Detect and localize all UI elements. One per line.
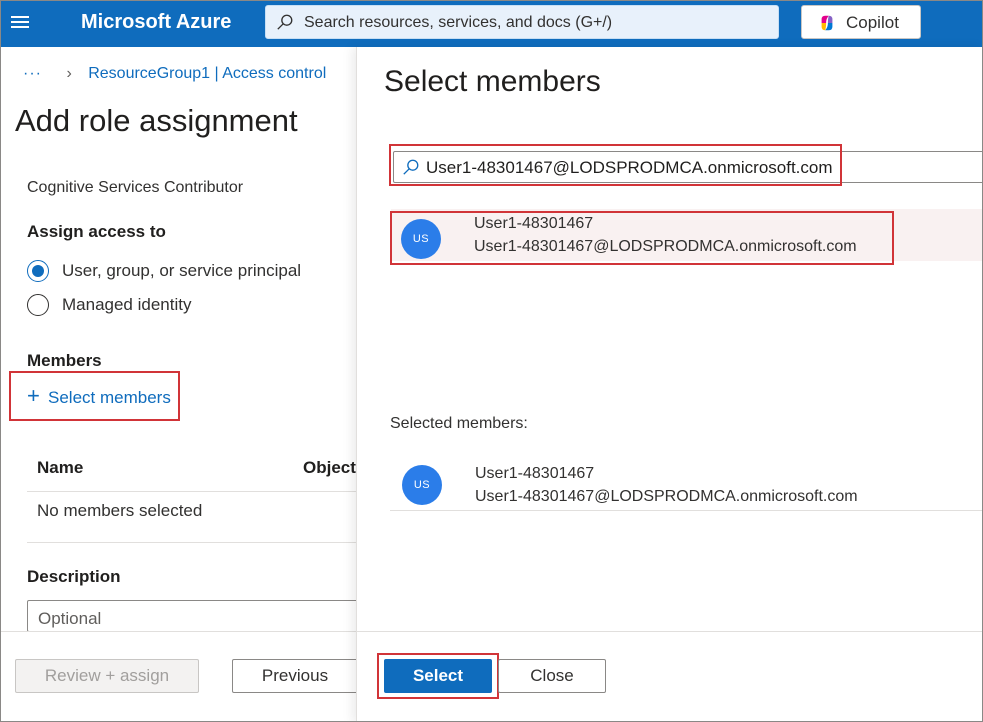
selected-user-name: User1-48301467 xyxy=(475,465,595,482)
close-button[interactable]: Close xyxy=(498,659,606,693)
selected-role-name: Cognitive Services Contributor xyxy=(27,179,244,196)
assign-access-label: Assign access to xyxy=(27,222,166,241)
radio-label: User, group, or service principal xyxy=(62,261,302,280)
add-role-assignment-pane: ··· › ResourceGroup1 | Access control Ad… xyxy=(1,47,367,721)
footer-divider xyxy=(1,631,357,632)
footer-divider xyxy=(357,631,982,632)
radio-user-group-principal[interactable]: User, group, or service principal xyxy=(27,259,301,283)
radio-managed-identity[interactable]: Managed identity xyxy=(27,293,191,317)
hamburger-menu-icon[interactable] xyxy=(11,13,33,33)
copilot-button[interactable]: Copilot xyxy=(801,5,921,39)
select-members-link[interactable]: + Select members xyxy=(9,371,180,421)
radio-button[interactable] xyxy=(27,294,49,316)
breadcrumb-resource-group[interactable]: ResourceGroup1 | Access control xyxy=(88,65,326,82)
flyout-title: Select members xyxy=(384,65,601,98)
avatar: US xyxy=(401,219,441,259)
copilot-icon xyxy=(821,15,833,31)
description-field[interactable]: Optional xyxy=(27,600,367,632)
previous-button[interactable]: Previous xyxy=(232,659,358,693)
brand-title[interactable]: Microsoft Azure xyxy=(81,11,231,34)
top-bar: Microsoft Azure Search resources, servic… xyxy=(1,1,982,47)
selected-members-label: Selected members: xyxy=(390,415,528,432)
selected-user-email: User1-48301467@LODSPRODMCA.onmicrosoft.c… xyxy=(475,488,858,505)
select-members-flyout: Select members User1-48301467@LODSPRODMC… xyxy=(356,47,982,721)
review-assign-button[interactable]: Review + assign xyxy=(15,659,199,693)
plus-icon: + xyxy=(27,383,40,408)
divider xyxy=(27,542,357,543)
column-header-object[interactable]: Object xyxy=(303,458,356,478)
select-button[interactable]: Select xyxy=(384,659,492,693)
azure-portal-window: Microsoft Azure Search resources, servic… xyxy=(0,0,983,722)
radio-button-checked[interactable] xyxy=(27,260,49,282)
global-search-box[interactable]: Search resources, services, and docs (G+… xyxy=(265,5,779,39)
column-header-name[interactable]: Name xyxy=(37,458,83,478)
search-icon xyxy=(277,14,293,30)
copilot-label: Copilot xyxy=(846,13,899,32)
members-label: Members xyxy=(27,351,102,370)
select-members-label[interactable]: Select members xyxy=(48,388,171,408)
chevron-right-icon: › xyxy=(66,65,72,82)
global-search-placeholder: Search resources, services, and docs (G+… xyxy=(304,14,613,31)
divider xyxy=(390,510,982,511)
search-result-row[interactable]: US User1-48301467 User1-48301467@LODSPRO… xyxy=(390,211,894,265)
description-label: Description xyxy=(27,567,121,586)
avatar: US xyxy=(402,465,442,505)
result-user-name: User1-48301467 xyxy=(474,215,594,232)
page-title: Add role assignment xyxy=(15,103,298,138)
breadcrumb-overflow[interactable]: ··· xyxy=(23,65,42,82)
breadcrumb: ··· › ResourceGroup1 | Access control xyxy=(23,65,326,83)
search-highlight-box xyxy=(389,144,842,186)
members-empty-text: No members selected xyxy=(37,501,203,520)
divider xyxy=(27,491,357,492)
radio-label: Managed identity xyxy=(62,295,192,314)
result-user-email: User1-48301467@LODSPRODMCA.onmicrosoft.c… xyxy=(474,238,857,255)
